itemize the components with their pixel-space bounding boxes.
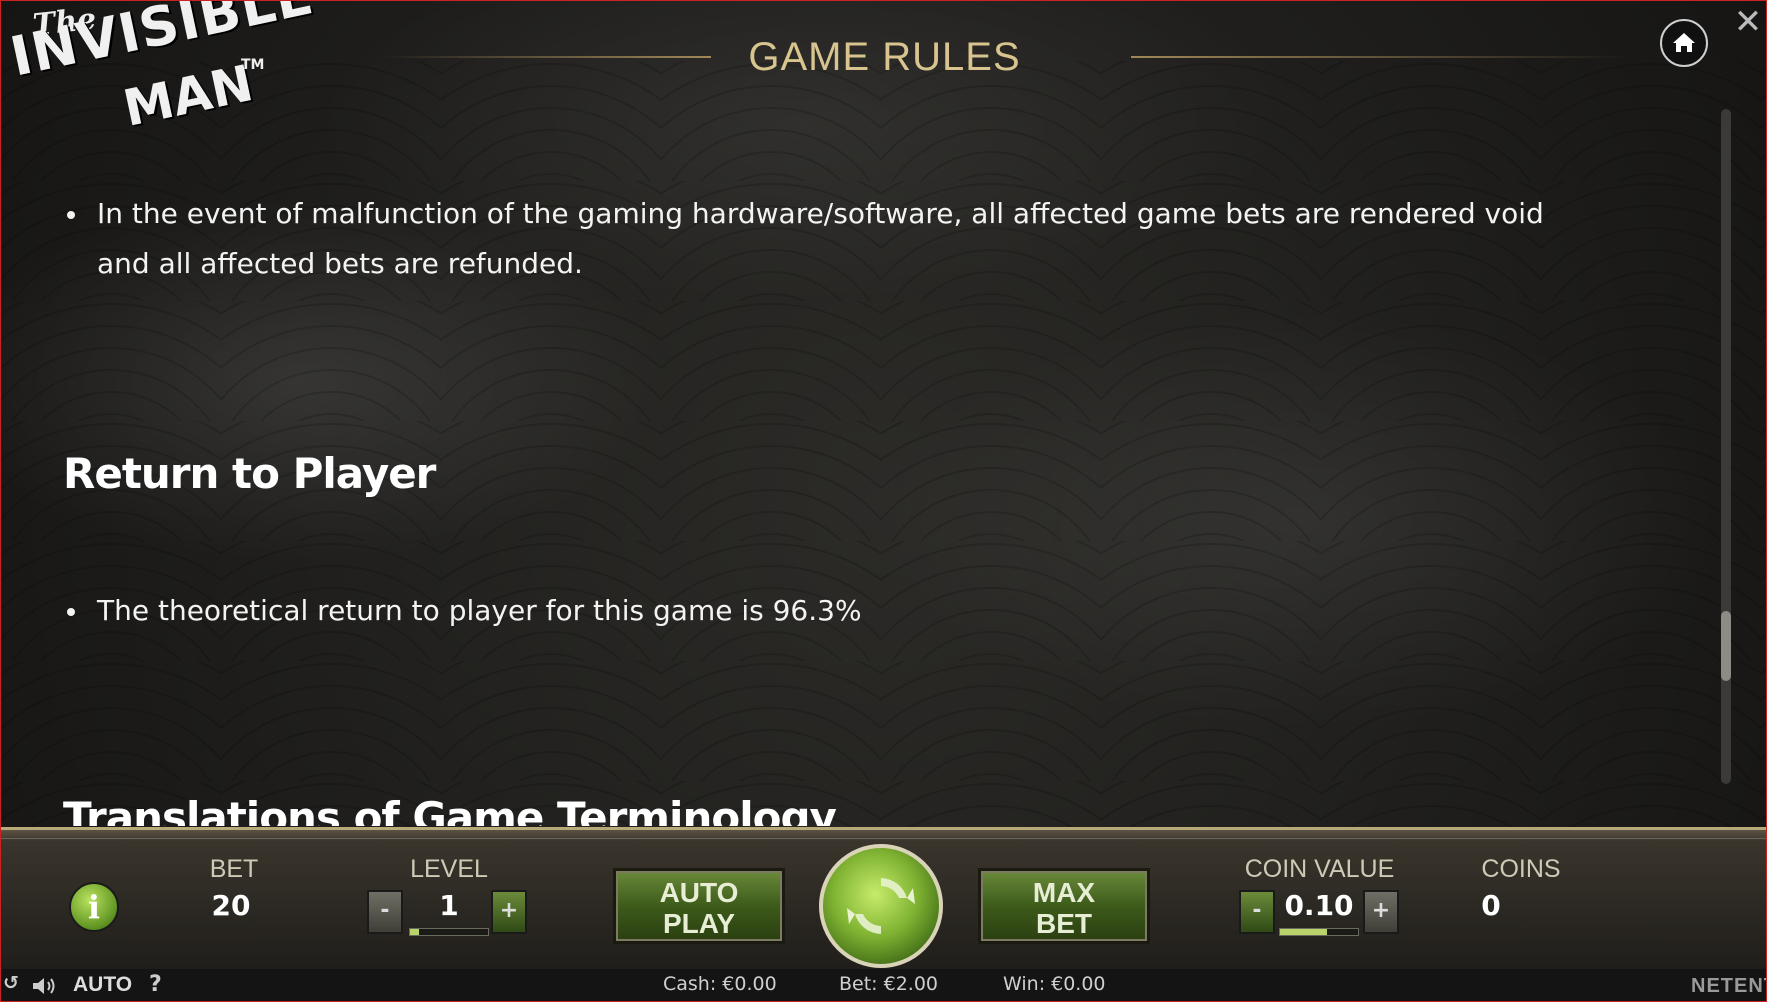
info-icon: i: [87, 888, 101, 926]
maxbet-label-line2: BET: [1036, 908, 1092, 939]
autoplay-label-line1: AUTO: [659, 877, 739, 908]
home-icon: [1673, 33, 1695, 52]
max-bet-button[interactable]: MAX BET: [978, 868, 1150, 944]
coins-label: COINS: [1481, 855, 1561, 883]
list-item: In the event of malfunction of the gamin…: [63, 189, 1583, 289]
level-plus-button[interactable]: +: [491, 890, 527, 934]
bet-label: BET: [209, 855, 259, 883]
bet-display: Bet: €2.00: [839, 973, 939, 995]
status-bar: ↺ AUTO ? Cash: €0.00 Bet: €2.00 Win: €0.…: [1, 969, 1766, 1001]
list-item: The theoretical return to player for thi…: [63, 586, 1583, 636]
maxbet-label-line1: MAX: [1032, 877, 1096, 908]
bet-value: 20: [211, 889, 251, 922]
rules-list-top: In the event of malfunction of the gamin…: [63, 189, 1583, 289]
game-rules-screen: The INVISIBLE MAN TM GAME RULES ✕ In the…: [0, 0, 1767, 1002]
help-icon[interactable]: ?: [149, 972, 162, 997]
close-button[interactable]: ✕: [1733, 5, 1763, 39]
spin-button[interactable]: [819, 844, 943, 968]
autoplay-button[interactable]: AUTO PLAY: [613, 868, 785, 944]
refresh-icon[interactable]: ↺: [3, 972, 19, 994]
home-button[interactable]: [1660, 19, 1708, 67]
page-title: GAME RULES: [748, 35, 1021, 79]
rules-content[interactable]: In the event of malfunction of the gamin…: [63, 181, 1583, 826]
coin-minus-button[interactable]: -: [1239, 890, 1275, 934]
coins-value: 0: [1481, 889, 1501, 922]
rules-list-rtp: The theoretical return to player for thi…: [63, 586, 1583, 636]
scrollbar[interactable]: [1721, 109, 1731, 784]
cash-display: Cash: €0.00: [663, 973, 777, 995]
level-label: LEVEL: [410, 855, 488, 883]
control-bar-highlight: [1, 838, 1766, 839]
level-value: 1: [439, 889, 459, 922]
brand-logo: NETENT: [1691, 975, 1766, 997]
coin-plus-button[interactable]: +: [1363, 890, 1399, 934]
section-heading-translations: Translations of Game Terminology: [63, 793, 837, 826]
coin-value: 0.10: [1284, 889, 1354, 922]
spin-icon: [847, 878, 915, 934]
scrollbar-thumb[interactable]: [1721, 611, 1731, 681]
coin-value-label: COIN VALUE: [1244, 855, 1395, 883]
sound-icon[interactable]: [31, 975, 61, 997]
level-minus-button[interactable]: -: [367, 890, 403, 934]
info-button[interactable]: i: [69, 882, 119, 932]
level-indicator: [409, 928, 489, 936]
auto-toggle[interactable]: AUTO: [73, 973, 132, 997]
control-bar: i BET 20 LEVEL - 1 + AUTO PLAY MAX BET C…: [1, 827, 1766, 972]
coin-value-indicator: [1279, 928, 1359, 936]
win-display: Win: €0.00: [1003, 973, 1106, 995]
close-icon: ✕: [1733, 2, 1763, 42]
autoplay-label-line2: PLAY: [662, 908, 736, 939]
section-heading-rtp: Return to Player: [63, 449, 436, 498]
